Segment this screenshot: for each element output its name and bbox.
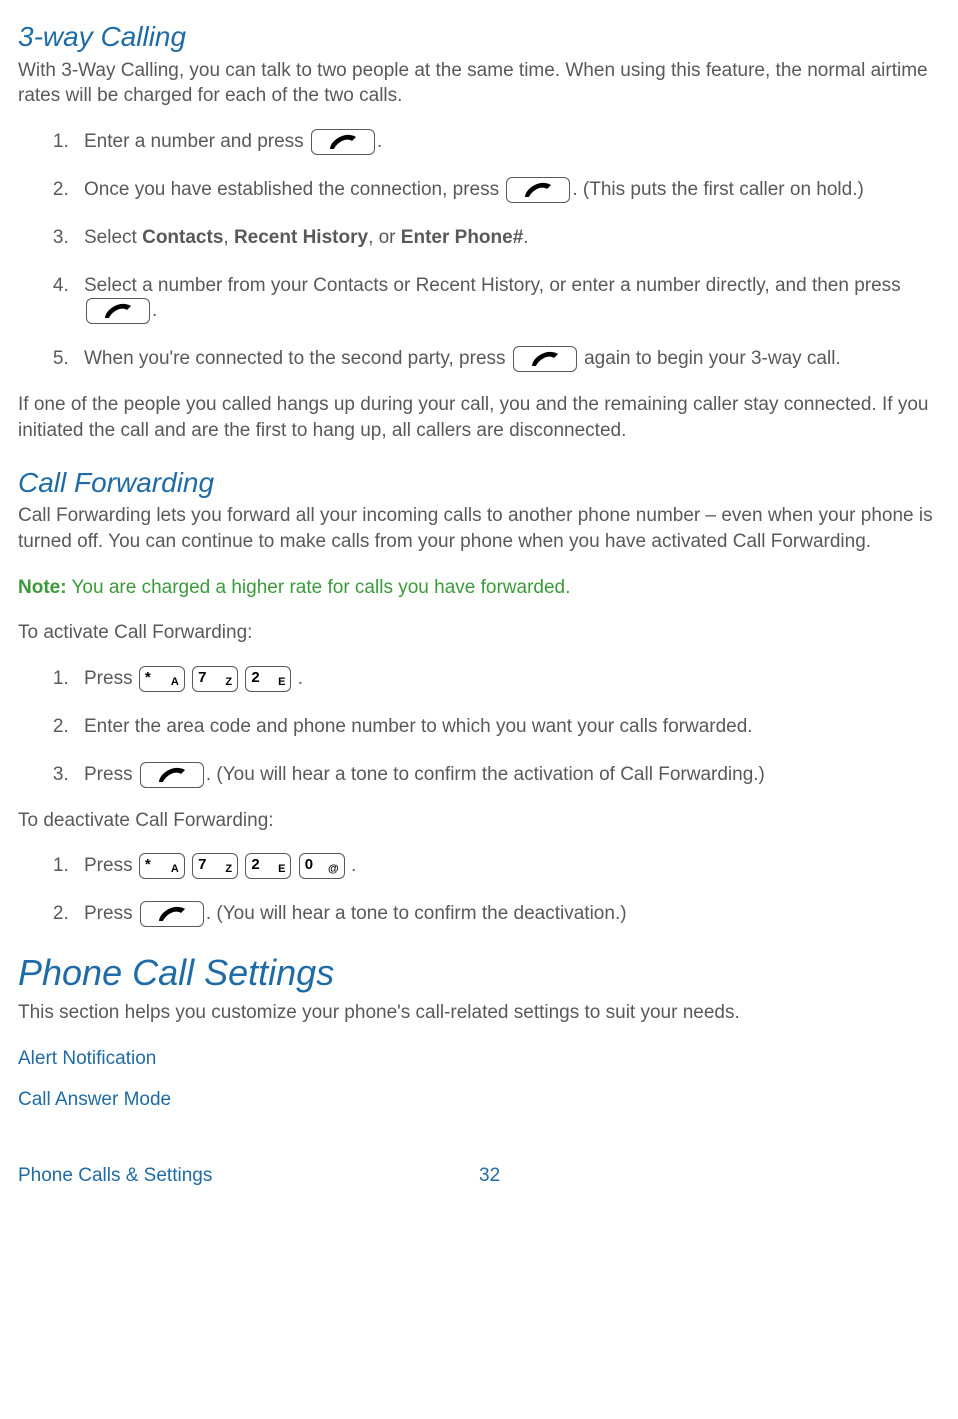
call-key-icon (140, 901, 204, 927)
outro-3way: If one of the people you called hangs up… (18, 392, 940, 443)
footer-page-number: 32 (479, 1163, 500, 1189)
intro-call-forwarding: Call Forwarding lets you forward all you… (18, 503, 940, 554)
step-1: Enter a number and press . (74, 129, 940, 155)
step-5: When you're connected to the second part… (74, 346, 940, 372)
text: . (377, 131, 382, 152)
activate-label: To activate Call Forwarding: (18, 620, 940, 646)
steps-activate: Press *A 7Z 2E . Enter the area code and… (18, 666, 940, 788)
intro-3way: With 3-Way Calling, you can talk to two … (18, 58, 940, 109)
key-star: *A (139, 666, 185, 692)
bold-enter-phone: Enter Phone# (401, 227, 523, 248)
step-4: Select a number from your Contacts or Re… (74, 273, 940, 325)
note-text: You are charged a higher rate for calls … (67, 577, 571, 598)
note: Note: You are charged a higher rate for … (18, 575, 940, 601)
intro-phone-call-settings: This section helps you customize your ph… (18, 1000, 940, 1026)
bold-contacts: Contacts (142, 227, 223, 248)
act-step-1: Press *A 7Z 2E . (74, 666, 940, 692)
step-3: Select Contacts, Recent History, or Ente… (74, 225, 940, 251)
text: , (223, 227, 234, 248)
text: Press (84, 764, 138, 785)
text: Press (84, 903, 138, 924)
text: When you're connected to the second part… (84, 348, 511, 369)
text: . (298, 668, 303, 689)
key-2: 2E (245, 666, 291, 692)
steps-deactivate: Press *A 7Z 2E 0@ . Press . (You will he… (18, 853, 940, 927)
footer-section: Phone Calls & Settings (18, 1163, 479, 1189)
note-label: Note: (18, 577, 67, 598)
text: . (523, 227, 528, 248)
text: Select (84, 227, 142, 248)
key-7: 7Z (192, 666, 238, 692)
act-step-3: Press . (You will hear a tone to confirm… (74, 762, 940, 788)
text: Press (84, 668, 138, 689)
deact-step-1: Press *A 7Z 2E 0@ . (74, 853, 940, 879)
key-star: *A (139, 853, 185, 879)
step-2: Once you have established the connection… (74, 177, 940, 203)
text: again to begin your 3-way call. (579, 348, 841, 369)
bold-recent-history: Recent History (234, 227, 368, 248)
heading-call-forwarding: Call Forwarding (18, 464, 940, 502)
link-call-answer-mode[interactable]: Call Answer Mode (18, 1087, 940, 1113)
text: Once you have established the connection… (84, 179, 504, 200)
text: , or (368, 227, 401, 248)
call-key-icon (140, 762, 204, 788)
link-alert-notification[interactable]: Alert Notification (18, 1046, 940, 1072)
text: . (You will hear a tone to confirm the d… (206, 903, 627, 924)
deact-step-2: Press . (You will hear a tone to confirm… (74, 901, 940, 927)
deactivate-label: To deactivate Call Forwarding: (18, 808, 940, 834)
heading-phone-call-settings: Phone Call Settings (18, 949, 940, 998)
text: . (This puts the first caller on hold.) (572, 179, 863, 200)
text: . (152, 300, 157, 321)
key-2: 2E (245, 853, 291, 879)
call-key-icon (311, 129, 375, 155)
text: Select a number from your Contacts or Re… (84, 275, 901, 296)
call-key-icon (513, 346, 577, 372)
text: . (You will hear a tone to confirm the a… (206, 764, 765, 785)
footer: Phone Calls & Settings 32 (18, 1163, 940, 1189)
text: . (351, 855, 356, 876)
call-key-icon (86, 298, 150, 324)
text: Press (84, 855, 138, 876)
key-0: 0@ (299, 853, 345, 879)
steps-3way: Enter a number and press . Once you have… (18, 129, 940, 372)
key-7: 7Z (192, 853, 238, 879)
call-key-icon (506, 177, 570, 203)
heading-3way-calling: 3-way Calling (18, 18, 940, 56)
text: Enter a number and press (84, 131, 309, 152)
act-step-2: Enter the area code and phone number to … (74, 714, 940, 740)
